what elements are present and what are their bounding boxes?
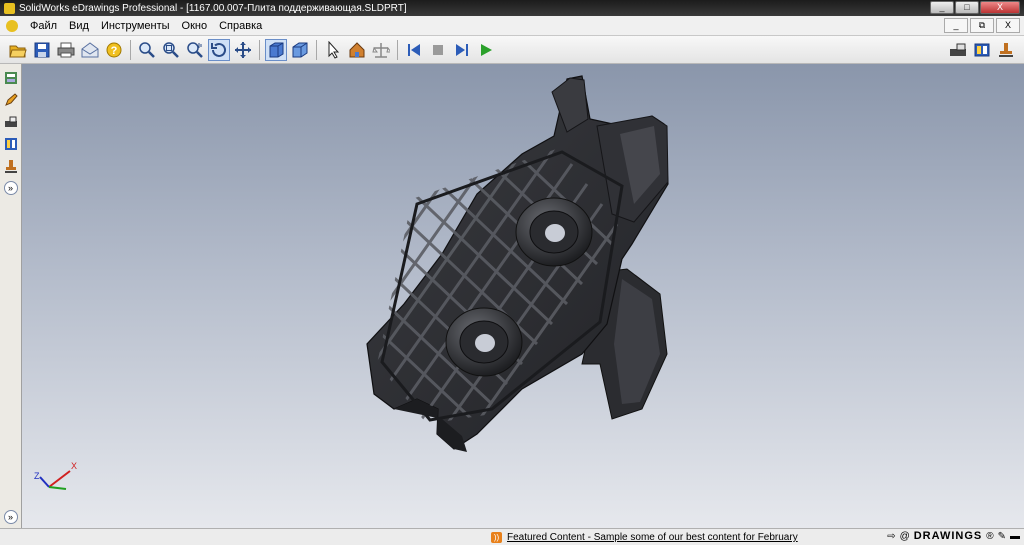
featured-content-link[interactable]: Featured Content - Sample some of our be…: [507, 532, 798, 543]
select-icon[interactable]: [322, 39, 344, 61]
open-icon[interactable]: [7, 39, 29, 61]
measure-sidebar-icon[interactable]: [2, 113, 20, 131]
help-icon[interactable]: ?: [103, 39, 125, 61]
step-icon[interactable]: [451, 39, 473, 61]
menu-window[interactable]: Окно: [176, 20, 214, 32]
window-controls: _ □ X: [930, 1, 1020, 14]
menu-help[interactable]: Справка: [213, 20, 268, 32]
status-bar: )) Featured Content - Sample some of our…: [0, 528, 1024, 545]
markup-pen-icon[interactable]: [2, 91, 20, 109]
triad-x-label: X: [71, 461, 77, 471]
brand-mark: ®: [986, 530, 994, 542]
play-first-icon[interactable]: [403, 39, 425, 61]
reference-icon[interactable]: [971, 39, 993, 61]
document-window-controls: _ ⧉ X: [944, 18, 1020, 33]
edrawings-app-icon: [4, 2, 15, 14]
perspective-icon[interactable]: [289, 39, 311, 61]
toolbar-right-group: [946, 39, 1018, 61]
title-bar: SolidWorks eDrawings Professional - [116…: [0, 0, 1024, 16]
pen-status-icon[interactable]: ✎: [998, 531, 1006, 542]
part-model[interactable]: [22, 64, 1024, 528]
stop-icon[interactable]: [427, 39, 449, 61]
left-sidebar: » »: [0, 64, 22, 528]
expand-panel-icon[interactable]: »: [3, 181, 18, 195]
brand-area: ⇨ @ DRAWINGS ® ✎ ▬: [887, 530, 1020, 542]
triad-z-label: Z: [34, 471, 40, 481]
shaded-icon[interactable]: [265, 38, 287, 61]
menu-file[interactable]: Файл: [24, 20, 63, 32]
zoom-area-icon[interactable]: [160, 39, 182, 61]
rss-icon[interactable]: )): [491, 532, 502, 543]
doc-restore-button[interactable]: ⧉: [970, 18, 994, 33]
edrawings-brand: DRAWINGS: [913, 530, 983, 542]
arrow-icon: ⇨: [887, 530, 896, 542]
zoom-to-fit-icon[interactable]: [136, 39, 158, 61]
menu-view[interactable]: Вид: [63, 20, 95, 32]
document-icon[interactable]: [6, 19, 18, 32]
menu-tools[interactable]: Инструменты: [95, 20, 176, 32]
section-icon[interactable]: [2, 135, 20, 153]
measure-status-icon[interactable]: ▬: [1010, 531, 1020, 542]
markup-icon[interactable]: [947, 39, 969, 61]
send-icon[interactable]: [79, 39, 101, 61]
measure-icon[interactable]: [370, 39, 392, 61]
doc-minimize-button[interactable]: _: [944, 18, 968, 33]
minimize-button[interactable]: _: [930, 1, 954, 14]
toolbar-separator: [259, 39, 260, 60]
close-button[interactable]: X: [980, 1, 1020, 14]
axis-triad: X Z: [34, 461, 77, 490]
maximize-button[interactable]: □: [955, 1, 979, 14]
svg-text:?: ?: [111, 45, 118, 57]
component-tree-icon[interactable]: [2, 69, 20, 87]
edrawings-logo-icon: @: [899, 530, 910, 542]
save-icon[interactable]: [31, 39, 53, 61]
stamp-icon[interactable]: [995, 39, 1017, 61]
toolbar-separator: [130, 39, 131, 60]
home-icon[interactable]: [346, 39, 368, 61]
toolbar-separator: [316, 39, 317, 60]
stamp-sidebar-icon[interactable]: [2, 157, 20, 175]
zoom-icon[interactable]: [184, 39, 206, 61]
play-icon[interactable]: [475, 39, 497, 61]
pan-icon[interactable]: [232, 39, 254, 61]
doc-close-button[interactable]: X: [996, 18, 1020, 33]
expand-panel-bottom-icon[interactable]: »: [3, 510, 18, 524]
print-icon[interactable]: [55, 39, 77, 61]
3d-viewport[interactable]: X Z: [22, 64, 1024, 528]
rotate-icon[interactable]: [208, 38, 230, 61]
main-toolbar: ?: [0, 36, 1024, 64]
menu-bar: Файл Вид Инструменты Окно Справка _ ⧉ X: [0, 16, 1024, 36]
window-title: SolidWorks eDrawings Professional - [116…: [19, 2, 407, 14]
toolbar-separator: [397, 39, 398, 60]
